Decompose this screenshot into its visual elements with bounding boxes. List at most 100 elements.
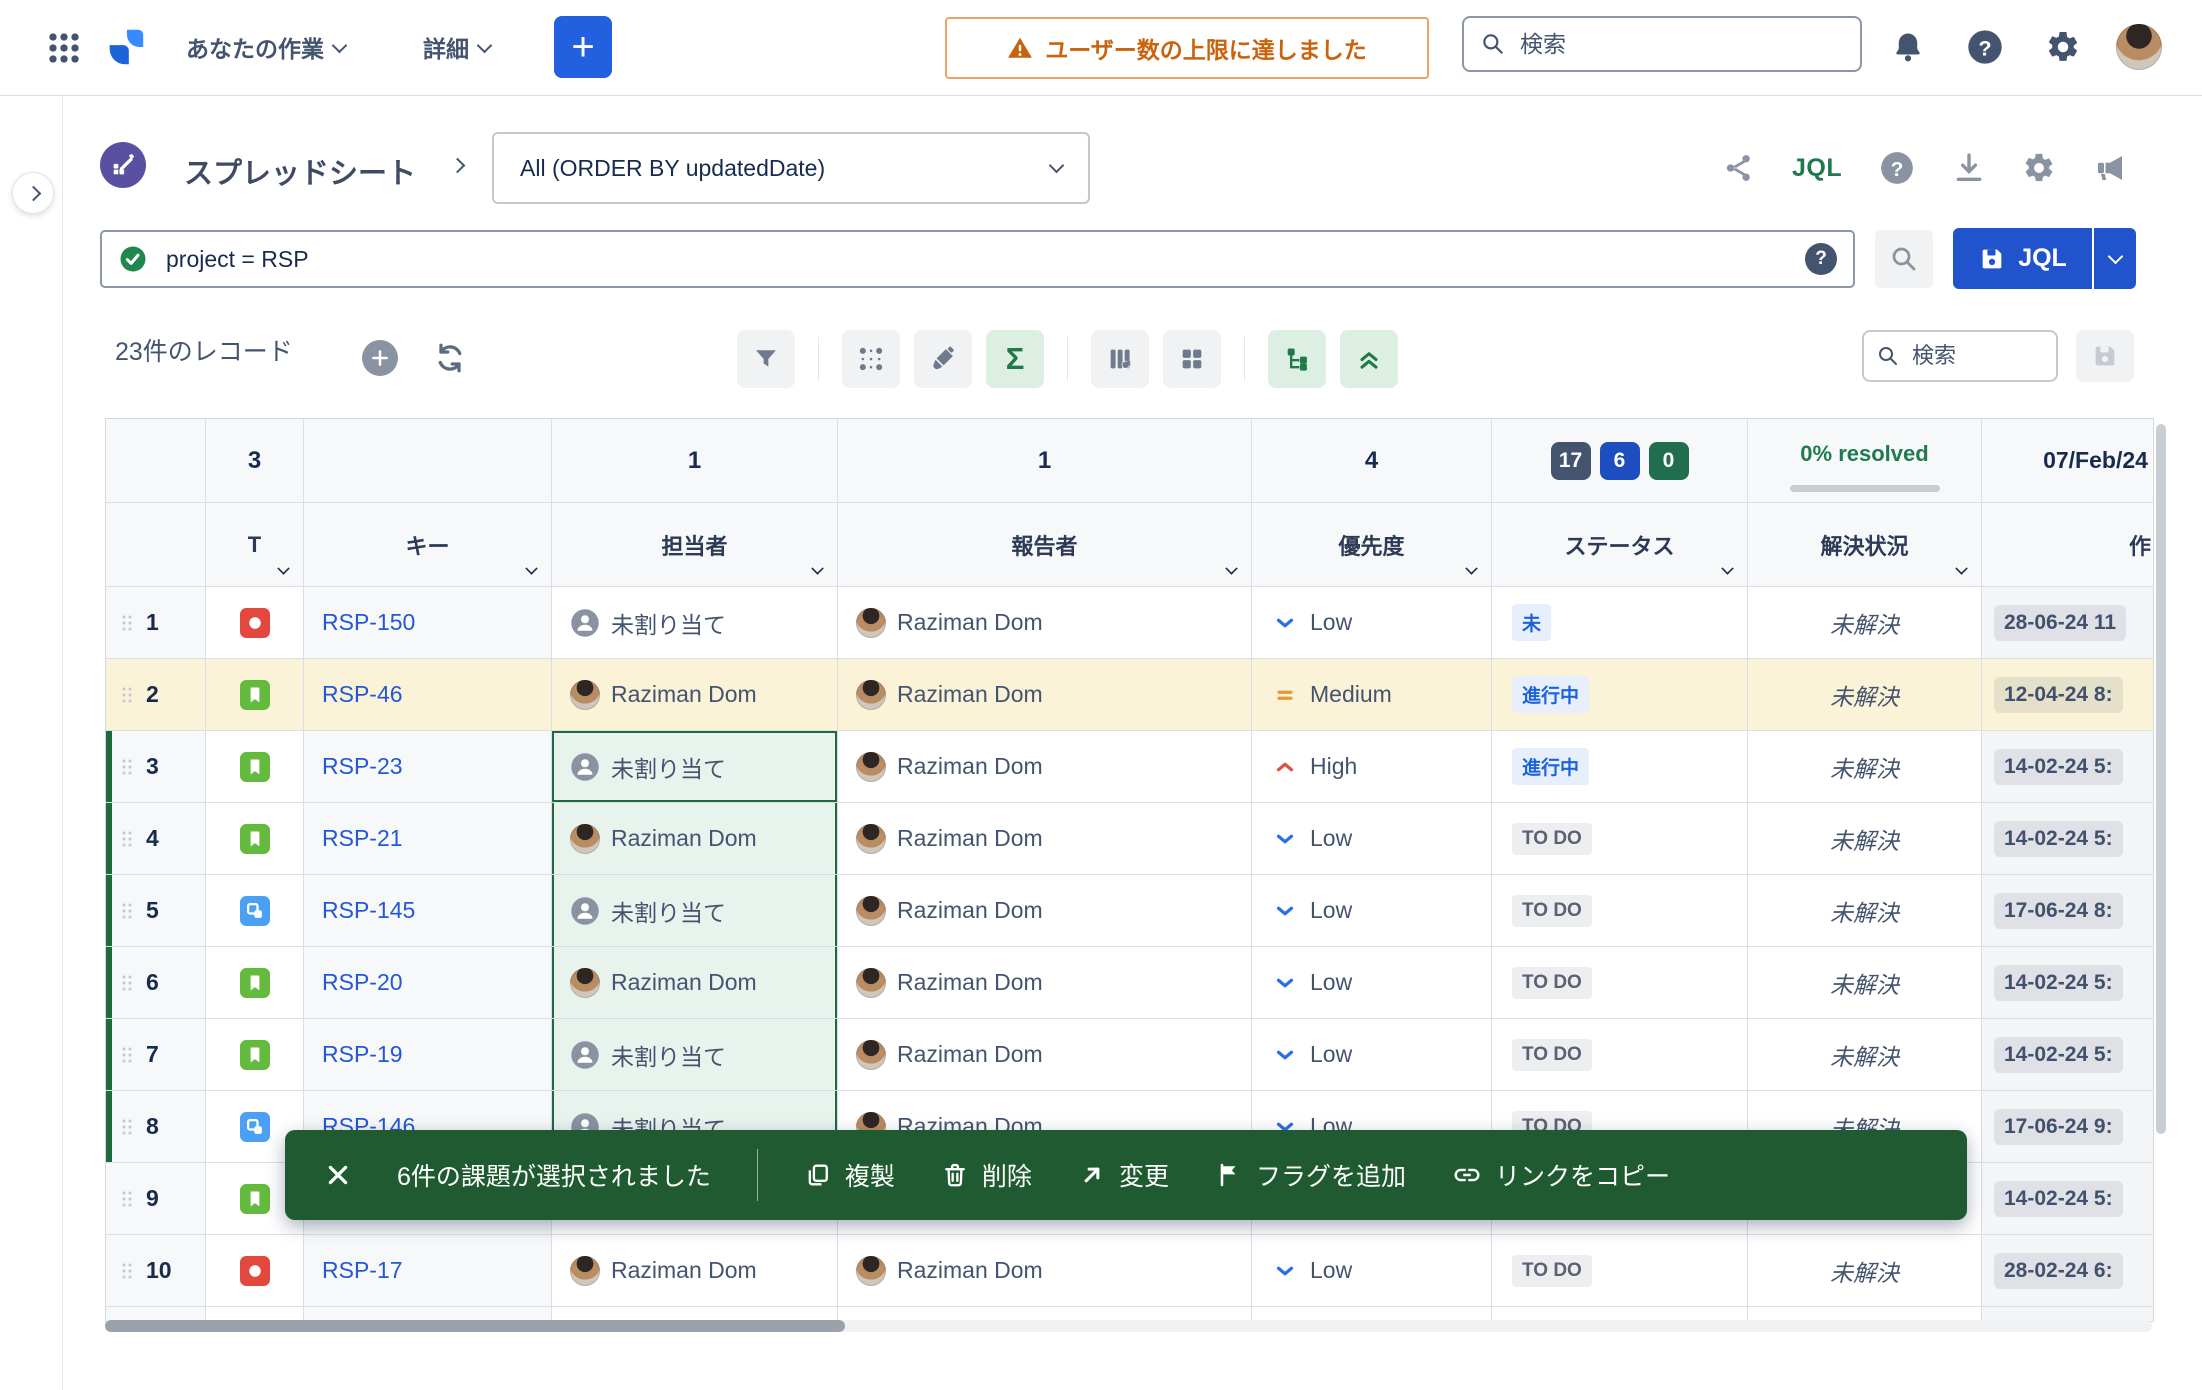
issue-key-link[interactable]: RSP-17	[322, 1257, 403, 1284]
status-cell[interactable]: TO DO	[1492, 1019, 1748, 1091]
created-cell[interactable]: 17-06-24 9:	[1982, 1091, 2153, 1163]
jql-help-icon[interactable]: ?	[1805, 243, 1837, 275]
app-switcher-icon[interactable]	[42, 26, 86, 70]
bell-icon[interactable]	[1885, 24, 1931, 70]
drag-handle-icon[interactable]	[120, 1189, 134, 1209]
issue-key-link[interactable]: RSP-21	[322, 825, 403, 852]
refresh-icon[interactable]	[432, 340, 468, 376]
resolution-cell[interactable]: 未解決	[1748, 731, 1982, 803]
created-cell[interactable]: 12-04-24 8:	[1982, 659, 2153, 731]
help-circle-icon[interactable]: ?	[1878, 149, 1916, 187]
filter-button[interactable]	[737, 330, 795, 388]
drag-handle-icon[interactable]	[120, 1261, 134, 1281]
header-priority[interactable]: 優先度	[1252, 503, 1492, 587]
columns-button[interactable]	[1091, 330, 1149, 388]
priority-cell[interactable]: High	[1252, 731, 1492, 803]
close-icon[interactable]	[325, 1162, 351, 1188]
issue-key-link[interactable]: RSP-20	[322, 969, 403, 996]
save-jql-dropdown[interactable]	[2094, 228, 2136, 289]
jql-link[interactable]: JQL	[1792, 154, 1842, 183]
issue-key-link[interactable]: RSP-19	[322, 1041, 403, 1068]
jql-query-bar[interactable]: project = RSP ?	[100, 230, 1855, 288]
save-view-button[interactable]	[2076, 330, 2134, 382]
created-cell[interactable]: 14-02-24 5:	[1982, 1163, 2153, 1235]
issue-key-link[interactable]: RSP-150	[322, 609, 415, 636]
header-created[interactable]: 作	[1982, 503, 2153, 587]
resolution-cell[interactable]: 未解決	[1748, 947, 1982, 1019]
selection-mode-button[interactable]	[842, 330, 900, 388]
grid-view-button[interactable]	[1163, 330, 1221, 388]
horizontal-scrollbar-thumb[interactable]	[105, 1320, 845, 1332]
issue-key-link[interactable]: RSP-46	[322, 681, 403, 708]
resolution-cell[interactable]: 未解決	[1748, 587, 1982, 659]
drag-handle-icon[interactable]	[120, 1117, 134, 1137]
hierarchy-button[interactable]	[1268, 330, 1326, 388]
drag-handle-icon[interactable]	[120, 829, 134, 849]
nav-more[interactable]: 詳細	[423, 30, 490, 64]
change-button[interactable]: 変更	[1078, 1157, 1169, 1193]
assignee-cell[interactable]: Raziman Dom	[552, 659, 838, 731]
created-cell[interactable]: 14-02-24 5:	[1982, 731, 2153, 803]
created-cell[interactable]: 17-06-24 8:	[1982, 875, 2153, 947]
assignee-cell-active[interactable]: 未割り当て	[552, 731, 838, 803]
global-search-input[interactable]	[1518, 30, 1844, 59]
header-key[interactable]: キー	[304, 503, 552, 587]
share-icon[interactable]	[1722, 151, 1756, 185]
reporter-cell[interactable]: Raziman Dom	[838, 731, 1252, 803]
sum-button[interactable]: Σ	[986, 330, 1044, 388]
assignee-cell[interactable]: Raziman Dom	[552, 947, 838, 1019]
gear-icon[interactable]	[2022, 151, 2056, 185]
expand-sidebar-button[interactable]	[12, 172, 54, 214]
add-record-button[interactable]	[362, 340, 398, 376]
priority-cell[interactable]: Low	[1252, 803, 1492, 875]
issue-key-link[interactable]: RSP-23	[322, 753, 403, 780]
assignee-cell[interactable]: Raziman Dom	[552, 1235, 838, 1307]
assignee-cell[interactable]: 未割り当て	[552, 875, 838, 947]
created-cell[interactable]: 14-02-24 5:	[1982, 947, 2153, 1019]
drag-handle-icon[interactable]	[120, 973, 134, 993]
add-flag-button[interactable]: フラグを追加	[1215, 1157, 1406, 1193]
duplicate-button[interactable]: 複製	[804, 1157, 895, 1193]
reporter-cell[interactable]: Raziman Dom	[838, 659, 1252, 731]
reporter-cell[interactable]: Raziman Dom	[838, 587, 1252, 659]
drag-handle-icon[interactable]	[120, 1045, 134, 1065]
assignee-cell[interactable]: Raziman Dom	[552, 803, 838, 875]
help-icon[interactable]: ?	[1962, 24, 2008, 70]
nav-your-work[interactable]: あなたの作業	[186, 30, 345, 64]
resolution-cell[interactable]: 未解決	[1748, 1235, 1982, 1307]
issue-key-link[interactable]: RSP-145	[322, 897, 415, 924]
resolution-cell[interactable]: 未解決	[1748, 803, 1982, 875]
status-cell[interactable]: 進行中	[1492, 659, 1748, 731]
reporter-cell[interactable]: Raziman Dom	[838, 1235, 1252, 1307]
resolution-cell[interactable]: 未解決	[1748, 1019, 1982, 1091]
jira-logo[interactable]	[102, 24, 148, 70]
reporter-cell[interactable]: Raziman Dom	[838, 875, 1252, 947]
priority-cell[interactable]: Medium	[1252, 659, 1492, 731]
status-cell[interactable]: TO DO	[1492, 875, 1748, 947]
status-cell[interactable]: TO DO	[1492, 1235, 1748, 1307]
create-button[interactable]: +	[554, 16, 612, 78]
resolution-cell[interactable]: 未解決	[1748, 875, 1982, 947]
drag-handle-icon[interactable]	[120, 685, 134, 705]
copy-link-button[interactable]: リンクをコピー	[1452, 1157, 1670, 1193]
download-icon[interactable]	[1952, 151, 1986, 185]
drag-handle-icon[interactable]	[120, 613, 134, 633]
drag-handle-icon[interactable]	[120, 901, 134, 921]
jql-query-text[interactable]: project = RSP	[166, 246, 1787, 273]
reporter-cell[interactable]: Raziman Dom	[838, 1019, 1252, 1091]
reporter-cell[interactable]: Raziman Dom	[838, 803, 1252, 875]
header-reporter[interactable]: 報告者	[838, 503, 1252, 587]
drag-handle-icon[interactable]	[120, 757, 134, 777]
assignee-cell[interactable]: 未割り当て	[552, 1019, 838, 1091]
delete-button[interactable]: 削除	[941, 1157, 1032, 1193]
priority-cell[interactable]: Low	[1252, 947, 1492, 1019]
status-cell[interactable]: TO DO	[1492, 803, 1748, 875]
header-status[interactable]: ステータス	[1492, 503, 1748, 587]
reporter-cell[interactable]: Raziman Dom	[838, 947, 1252, 1019]
global-search[interactable]	[1462, 16, 1862, 72]
priority-cell[interactable]: Low	[1252, 875, 1492, 947]
resolution-cell[interactable]: 未解決	[1748, 659, 1982, 731]
save-jql-button[interactable]: JQL	[1953, 228, 2092, 289]
status-cell[interactable]: TO DO	[1492, 947, 1748, 1019]
table-search[interactable]	[1862, 330, 2058, 382]
